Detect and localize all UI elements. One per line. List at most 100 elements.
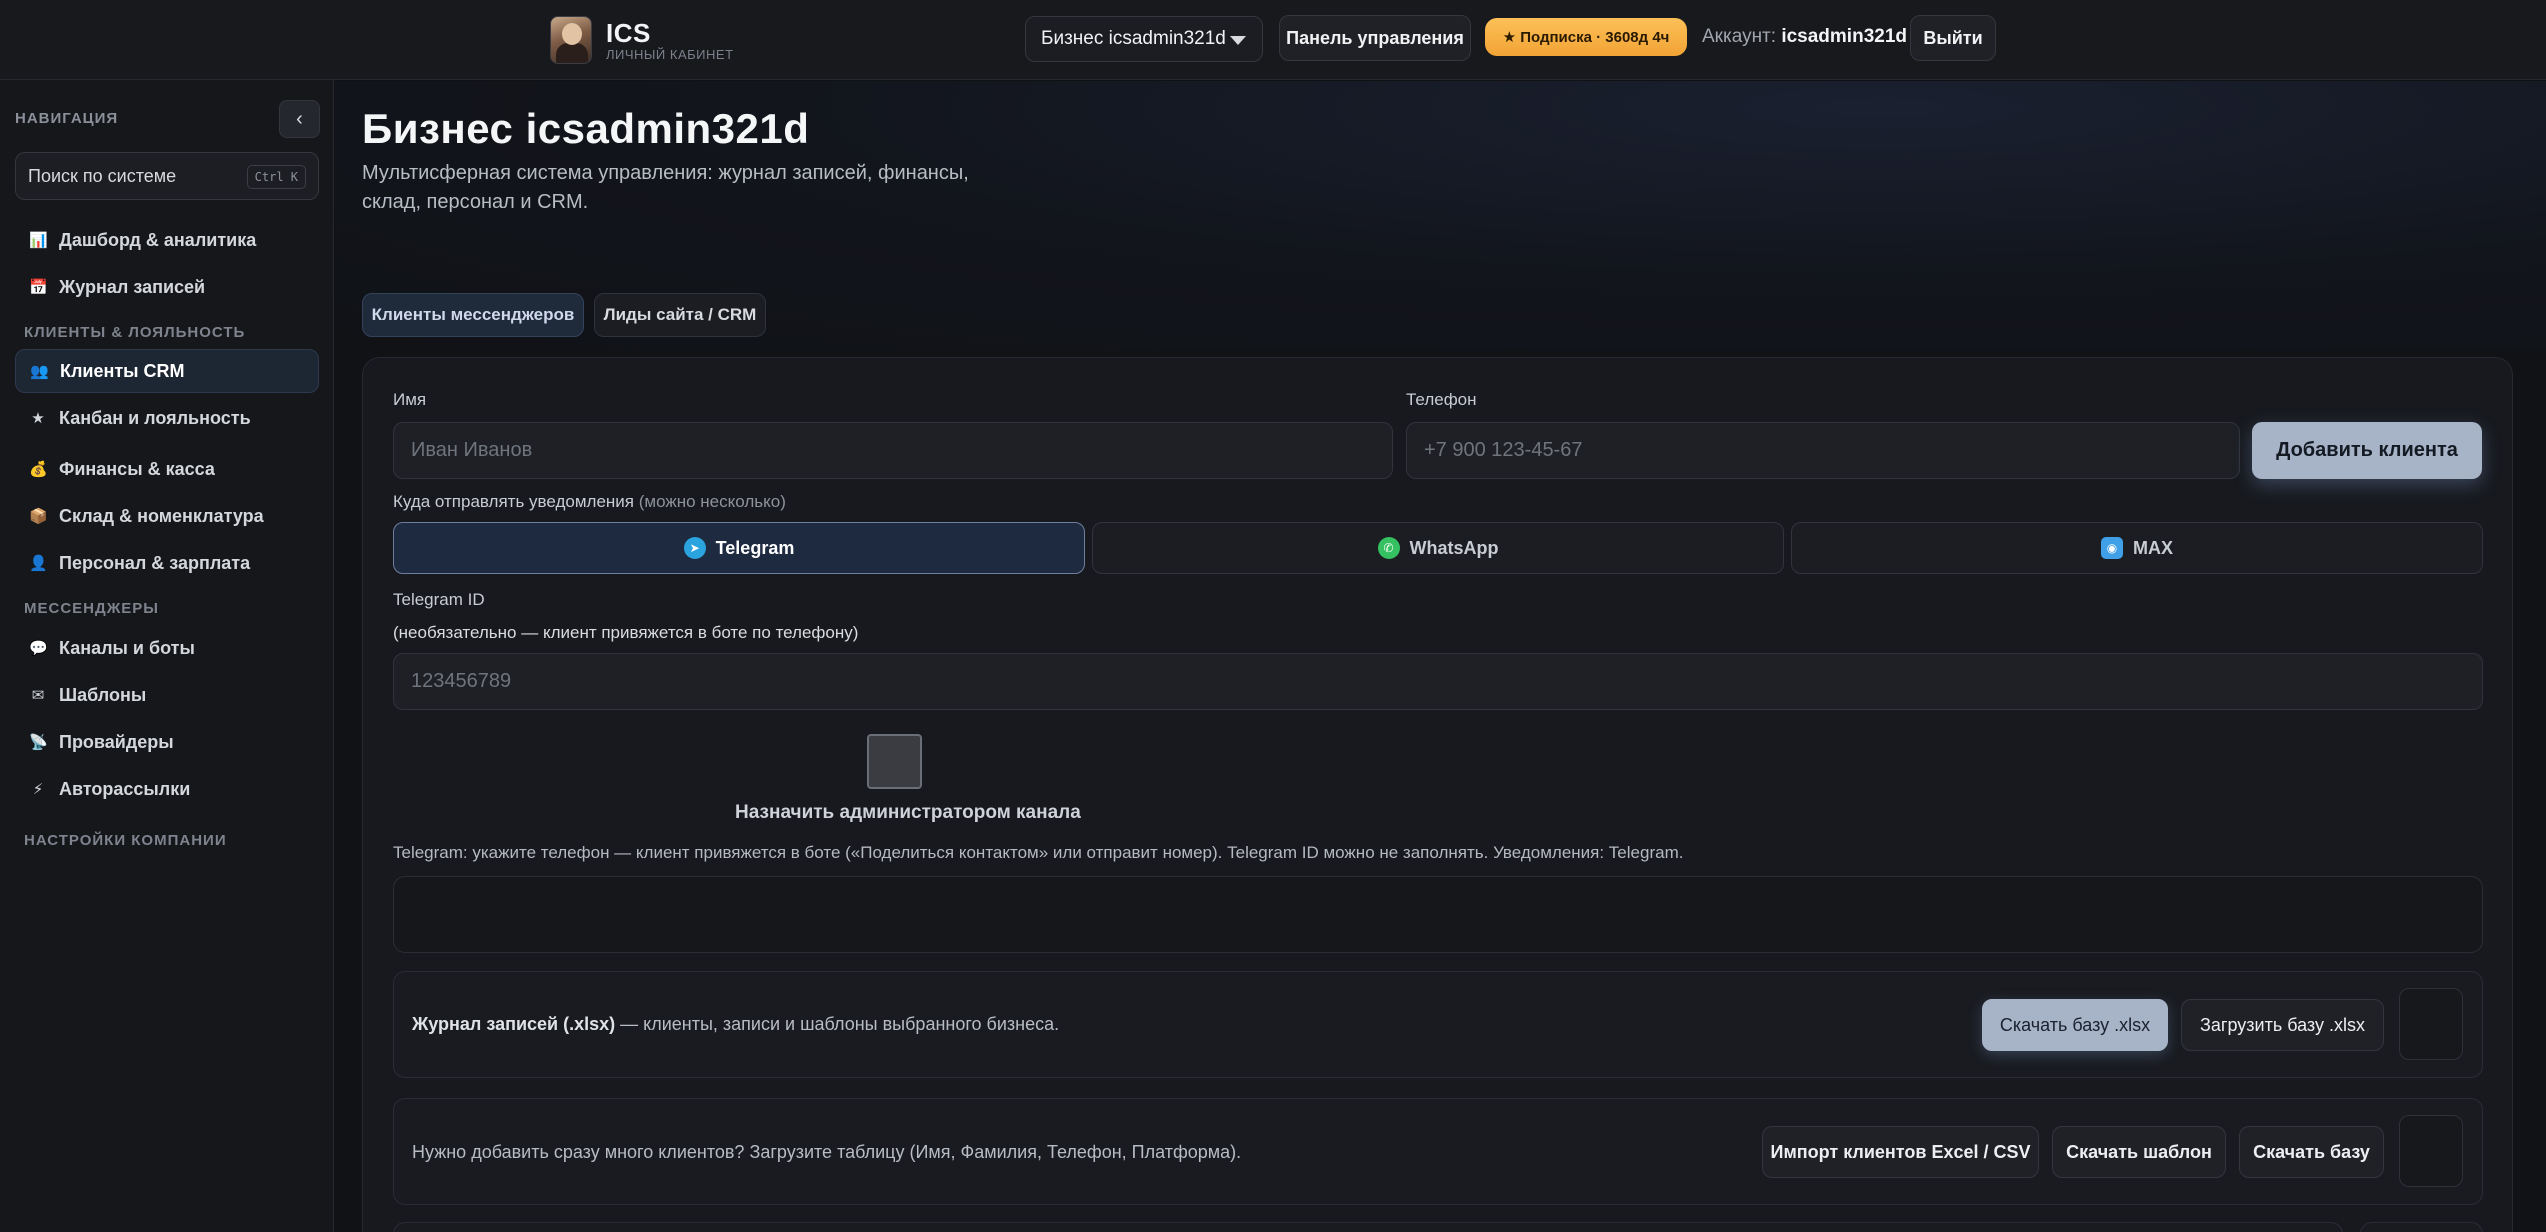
sidebar-item-dashboard[interactable]: 📊 Дашборд & аналитика — [15, 218, 319, 262]
calendar-icon: 📅 — [29, 278, 48, 296]
download-template-button[interactable]: Скачать шаблон — [2052, 1126, 2226, 1178]
sidebar-item-label: Авторассылки — [59, 778, 191, 799]
notify-label-text: Куда отправлять уведомления — [393, 492, 634, 511]
telegram-id-hint: (необязательно — клиент привяжется в бот… — [393, 623, 859, 642]
add-client-button[interactable]: Добавить клиента — [2252, 422, 2482, 479]
phone-label: Телефон — [1406, 390, 1477, 409]
brand-avatar — [550, 16, 592, 64]
channel-whatsapp[interactable]: ✆ WhatsApp — [1092, 522, 1784, 574]
sidebar: НАВИГАЦИЯ ‹ Поиск по системе Ctrl K 📊 Да… — [0, 80, 334, 1232]
star-icon: ★ — [31, 409, 45, 427]
sidebar-item-clients-crm[interactable]: 👥 Клиенты CRM — [15, 349, 319, 393]
brand-subtitle: ЛИЧНЫЙ КАБИНЕТ — [606, 46, 734, 62]
section-company-settings[interactable]: НАСТРОЙКИ КОМПАНИИ — [24, 832, 227, 849]
sidebar-item-finance[interactable]: 💰 Финансы & касса — [15, 447, 319, 491]
journal-panel-extra — [2399, 988, 2463, 1060]
upload-xlsx-button[interactable]: Загрузить базу .xlsx — [2181, 999, 2384, 1051]
envelope-icon: ✉ — [31, 686, 45, 704]
nav-header: НАВИГАЦИЯ — [15, 110, 119, 127]
section-clients-loyalty: КЛИЕНТЫ & ЛОЯЛЬНОСТЬ — [24, 324, 246, 341]
tab-site-leads[interactable]: Лиды сайта / CRM — [594, 293, 766, 337]
sidebar-item-journal[interactable]: 📅 Журнал записей — [15, 265, 319, 309]
sidebar-item-label: Клиенты CRM — [60, 360, 185, 381]
sidebar-item-label: Персонал & зарплата — [59, 552, 251, 573]
admin-checkbox[interactable] — [867, 734, 922, 789]
sidebar-item-label: Шаблоны — [59, 684, 147, 705]
max-icon: ◉ — [2101, 537, 2123, 559]
tab-messenger-clients[interactable]: Клиенты мессенджеров — [362, 293, 584, 337]
next-panel — [393, 1222, 2343, 1232]
telegram-hint: Telegram: укажите телефон — клиент привя… — [393, 843, 1684, 862]
box-icon: 📦 — [29, 507, 48, 525]
name-label: Имя — [393, 390, 427, 409]
search-label: Поиск по системе — [28, 165, 177, 186]
money-bag-icon: 💰 — [29, 460, 48, 478]
sidebar-item-providers[interactable]: 📡 Провайдеры — [15, 720, 319, 764]
sidebar-item-templates[interactable]: ✉ Шаблоны — [15, 673, 319, 717]
collapse-sidebar-button[interactable]: ‹ — [279, 100, 320, 138]
import-panel-text: Нужно добавить сразу много клиентов? Заг… — [412, 1142, 1242, 1162]
sidebar-item-label: Склад & номенклатура — [59, 505, 264, 526]
journal-panel-desc: — клиенты, записи и шаблоны выбранного б… — [615, 1014, 1060, 1034]
notify-label: Куда отправлять уведомления (можно неско… — [393, 492, 786, 512]
person-icon: 👤 — [29, 554, 48, 572]
business-select[interactable]: Бизнес icsadmin321d — [1025, 16, 1263, 62]
notify-hint: (можно несколько) — [638, 492, 786, 511]
section-messengers: МЕССЕНДЖЕРЫ — [24, 600, 159, 617]
subscription-badge[interactable]: ★ Подписка · 3608д 4ч — [1485, 18, 1687, 56]
page-title: Бизнес icsadmin321d — [362, 105, 810, 152]
sidebar-item-label: Дашборд & аналитика — [59, 229, 257, 250]
sidebar-item-label: Провайдеры — [59, 731, 174, 752]
name-input[interactable]: Иван Иванов — [393, 422, 1393, 479]
brand-text: ICS ЛИЧНЫЙ КАБИНЕТ — [606, 19, 734, 62]
import-clients-button[interactable]: Импорт клиентов Excel / CSV — [1762, 1126, 2039, 1178]
dashboard-button[interactable]: Панель управления — [1279, 15, 1471, 61]
channel-label: WhatsApp — [1409, 537, 1499, 558]
import-panel-extra — [2399, 1115, 2463, 1187]
top-bar: ICS ЛИЧНЫЙ КАБИНЕТ Бизнес icsadmin321d П… — [0, 0, 2546, 80]
account-label: Аккаунт: — [1702, 26, 1777, 47]
next-panel-button — [2360, 1222, 2483, 1232]
status-area — [393, 876, 2483, 953]
brand-name: ICS — [606, 17, 651, 48]
admin-checkbox-label: Назначить администратором канала — [735, 802, 1081, 823]
chart-icon: 📊 — [29, 231, 48, 249]
sidebar-item-label: Канбан и лояльность — [59, 407, 251, 428]
lightning-icon: ⚡ — [32, 780, 44, 798]
sidebar-item-kanban-loyalty[interactable]: ★ Канбан и лояльность — [15, 396, 319, 440]
sidebar-item-channels-bots[interactable]: 💬 Каналы и боты — [15, 626, 319, 670]
telegram-icon: ➤ — [683, 537, 706, 559]
channel-label: Telegram — [715, 537, 795, 558]
account-info: Аккаунт: icsadmin321d — [1702, 26, 1907, 48]
download-xlsx-button[interactable]: Скачать базу .xlsx — [1982, 999, 2168, 1051]
journal-panel: Журнал записей (.xlsx) — клиенты, записи… — [393, 971, 2483, 1078]
brand[interactable]: ICS ЛИЧНЫЙ КАБИНЕТ — [550, 14, 734, 66]
users-icon: 👥 — [30, 362, 49, 380]
telegram-id-label: Telegram ID — [393, 590, 485, 609]
phone-input[interactable]: +7 900 123-45-67 — [1406, 422, 2240, 479]
journal-panel-text: Журнал записей (.xlsx) — клиенты, записи… — [412, 1014, 1059, 1035]
satellite-icon: 📡 — [29, 733, 48, 751]
chevron-down-icon — [1230, 36, 1246, 45]
channel-max[interactable]: ◉ MAX — [1791, 522, 2483, 574]
logout-button[interactable]: Выйти — [1910, 15, 1996, 61]
whatsapp-icon: ✆ — [1377, 537, 1400, 559]
business-select-value: Бизнес icsadmin321d — [1041, 28, 1226, 49]
sidebar-item-label: Финансы & касса — [59, 458, 215, 479]
sidebar-item-staff[interactable]: 👤 Персонал & зарплата — [15, 541, 319, 585]
sidebar-item-label: Каналы и боты — [59, 637, 195, 658]
sidebar-item-warehouse[interactable]: 📦 Склад & номенклатура — [15, 494, 319, 538]
download-base-button[interactable]: Скачать базу — [2239, 1126, 2384, 1178]
search-input[interactable]: Поиск по системе Ctrl K — [15, 152, 319, 200]
page-description: Мультисферная система управления: журнал… — [362, 162, 969, 213]
chevron-left-icon: ‹ — [296, 107, 303, 130]
search-shortcut: Ctrl K — [246, 165, 306, 189]
channel-label: MAX — [2133, 537, 2173, 558]
journal-panel-title: Журнал записей (.xlsx) — [412, 1014, 616, 1034]
account-name: icsadmin321d — [1781, 26, 1907, 47]
sidebar-item-auto-mailing[interactable]: ⚡ Авторассылки — [15, 767, 319, 811]
chat-icon: 💬 — [29, 639, 48, 657]
telegram-id-input[interactable]: 123456789 — [393, 653, 2483, 710]
sidebar-item-label: Журнал записей — [59, 276, 206, 297]
channel-telegram[interactable]: ➤ Telegram — [393, 522, 1085, 574]
